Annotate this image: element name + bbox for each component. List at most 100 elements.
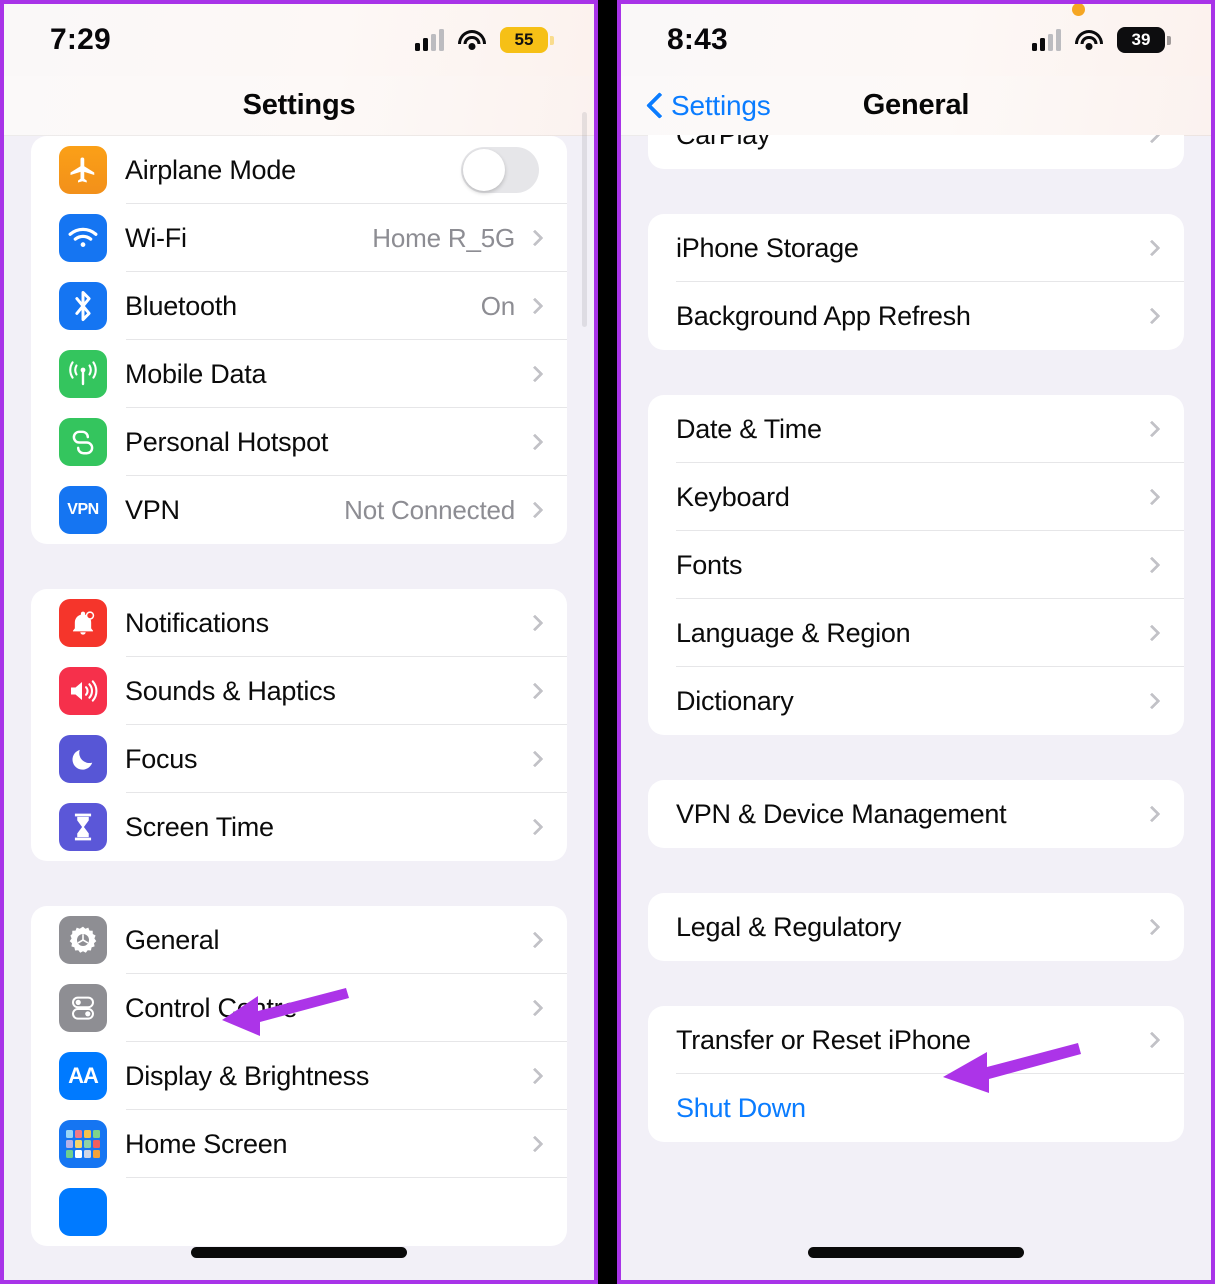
settings-row-background-app-refresh[interactable]: Background App Refresh bbox=[648, 282, 1184, 350]
hourglass-icon bbox=[59, 803, 107, 851]
bell-icon bbox=[59, 599, 107, 647]
settings-row-notifications[interactable]: Notifications bbox=[31, 589, 567, 657]
wifi-icon bbox=[1075, 29, 1103, 51]
chevron-right-icon bbox=[1143, 692, 1161, 710]
status-indicators: 55 bbox=[415, 27, 554, 53]
settings-row-label: Display & Brightness bbox=[125, 1060, 370, 1091]
chevron-right-icon bbox=[526, 1067, 544, 1085]
settings-row-label: Mobile Data bbox=[125, 358, 267, 389]
settings-row-value: Not Connected bbox=[344, 494, 515, 525]
shut-down-label: Shut Down bbox=[676, 1092, 806, 1123]
settings-row-date-time[interactable]: Date & Time bbox=[648, 395, 1184, 463]
gear-icon bbox=[59, 916, 107, 964]
settings-row-vpn-device-management[interactable]: VPN & Device Management bbox=[648, 780, 1184, 848]
settings-row-value: Home R_5G bbox=[372, 222, 515, 253]
chevron-right-icon bbox=[1143, 805, 1161, 823]
settings-row-language-region[interactable]: Language & Region bbox=[648, 599, 1184, 667]
settings-row-label: Legal & Regulatory bbox=[676, 911, 902, 942]
general-settings-list[interactable]: CarPlay iPhone Storage Background App Re… bbox=[621, 135, 1211, 1280]
chevron-right-icon bbox=[526, 818, 544, 836]
settings-row-label: Transfer or Reset iPhone bbox=[676, 1024, 971, 1055]
settings-row-vpn[interactable]: VPN VPN Not Connected bbox=[31, 476, 567, 544]
airplane-mode-toggle[interactable] bbox=[461, 147, 539, 193]
battery-tip bbox=[550, 35, 554, 45]
settings-row-mobile-data[interactable]: Mobile Data bbox=[31, 340, 567, 408]
settings-row-label: Sounds & Haptics bbox=[125, 675, 336, 706]
settings-row-label: Keyboard bbox=[676, 481, 790, 512]
vpn-icon: VPN bbox=[59, 486, 107, 534]
back-button-label: Settings bbox=[671, 89, 771, 121]
settings-row-carplay[interactable]: CarPlay bbox=[648, 135, 1184, 169]
chevron-right-icon bbox=[526, 433, 544, 451]
page-title: Settings bbox=[242, 89, 356, 121]
chevron-right-icon bbox=[526, 229, 544, 247]
settings-row-keyboard[interactable]: Keyboard bbox=[648, 463, 1184, 531]
chevron-right-icon bbox=[1143, 307, 1161, 325]
chevron-right-icon bbox=[1143, 918, 1161, 936]
battery-tip bbox=[1167, 35, 1171, 45]
accessibility-icon bbox=[59, 1188, 107, 1236]
home-screen-icon bbox=[59, 1120, 107, 1168]
status-indicators: 39 bbox=[1032, 4, 1171, 53]
settings-group-locale: Date & Time Keyboard Fonts Language & Re… bbox=[648, 395, 1184, 735]
settings-row-label: Wi-Fi bbox=[125, 222, 187, 253]
chevron-right-icon bbox=[526, 931, 544, 949]
settings-row-personal-hotspot[interactable]: Personal Hotspot bbox=[31, 408, 567, 476]
scroll-indicator[interactable] bbox=[582, 112, 587, 327]
chevron-right-icon bbox=[526, 365, 544, 383]
chevron-right-icon bbox=[1143, 488, 1161, 506]
settings-row-label: VPN bbox=[125, 494, 180, 525]
settings-row-bluetooth[interactable]: Bluetooth On bbox=[31, 272, 567, 340]
settings-group-reset: Transfer or Reset iPhone Shut Down bbox=[648, 1006, 1184, 1142]
settings-row-dictionary[interactable]: Dictionary bbox=[648, 667, 1184, 735]
settings-row-home-screen[interactable]: Home Screen bbox=[31, 1110, 567, 1178]
settings-group-system: General Control Centre AA Display & Brig… bbox=[31, 906, 567, 1246]
page-title: General bbox=[862, 89, 970, 121]
battery-level-label: 39 bbox=[1117, 27, 1165, 53]
settings-row-transfer-or-reset-iphone[interactable]: Transfer or Reset iPhone bbox=[648, 1006, 1184, 1074]
cellular-bars-icon bbox=[415, 29, 444, 51]
settings-group-legal: Legal & Regulatory bbox=[648, 893, 1184, 961]
chevron-right-icon bbox=[526, 614, 544, 632]
settings-row-general[interactable]: General bbox=[31, 906, 567, 974]
settings-row-shut-down[interactable]: Shut Down bbox=[648, 1074, 1184, 1142]
settings-row-sounds-haptics[interactable]: Sounds & Haptics bbox=[31, 657, 567, 725]
settings-row-fonts[interactable]: Fonts bbox=[648, 531, 1184, 599]
cellular-bars-icon bbox=[1032, 29, 1061, 51]
microphone-in-use-dot bbox=[1072, 4, 1085, 16]
chevron-right-icon bbox=[1143, 420, 1161, 438]
settings-row-label: Fonts bbox=[676, 549, 743, 580]
settings-row-screen-time[interactable]: Screen Time bbox=[31, 793, 567, 861]
settings-row-label: Airplane Mode bbox=[125, 154, 296, 185]
settings-group-management: VPN & Device Management bbox=[648, 780, 1184, 848]
status-bar: 8:43 39 bbox=[621, 4, 1211, 76]
moon-icon bbox=[59, 735, 107, 783]
wifi-icon bbox=[458, 29, 486, 51]
settings-row-wifi[interactable]: Wi-Fi Home R_5G bbox=[31, 204, 567, 272]
settings-list[interactable]: Airplane Mode Wi-Fi Home R_5G Bluetooth … bbox=[4, 136, 594, 1280]
battery-icon: 55 bbox=[500, 27, 554, 53]
settings-row-partial[interactable] bbox=[31, 1178, 567, 1246]
battery-icon: 39 bbox=[1117, 27, 1171, 53]
mobile-data-icon bbox=[59, 350, 107, 398]
settings-row-label: General bbox=[125, 924, 220, 955]
settings-row-value: On bbox=[480, 290, 515, 321]
settings-row-label: Personal Hotspot bbox=[125, 426, 329, 457]
battery-level-label: 55 bbox=[500, 27, 548, 53]
toggle-knob bbox=[463, 149, 505, 191]
settings-row-control-centre[interactable]: Control Centre bbox=[31, 974, 567, 1042]
settings-row-focus[interactable]: Focus bbox=[31, 725, 567, 793]
settings-row-airplane-mode[interactable]: Airplane Mode bbox=[31, 136, 567, 204]
home-indicator bbox=[191, 1247, 407, 1258]
settings-row-label: iPhone Storage bbox=[676, 232, 859, 263]
chevron-left-icon bbox=[647, 93, 662, 119]
settings-row-display-brightness[interactable]: AA Display & Brightness bbox=[31, 1042, 567, 1110]
settings-row-label: Language & Region bbox=[676, 617, 911, 648]
settings-row-label: Background App Refresh bbox=[676, 300, 971, 331]
status-clock: 8:43 bbox=[667, 23, 728, 56]
back-button[interactable]: Settings bbox=[647, 90, 771, 122]
settings-row-legal-regulatory[interactable]: Legal & Regulatory bbox=[648, 893, 1184, 961]
settings-row-label: Date & Time bbox=[676, 413, 822, 444]
chevron-right-icon bbox=[526, 1135, 544, 1153]
settings-row-iphone-storage[interactable]: iPhone Storage bbox=[648, 214, 1184, 282]
